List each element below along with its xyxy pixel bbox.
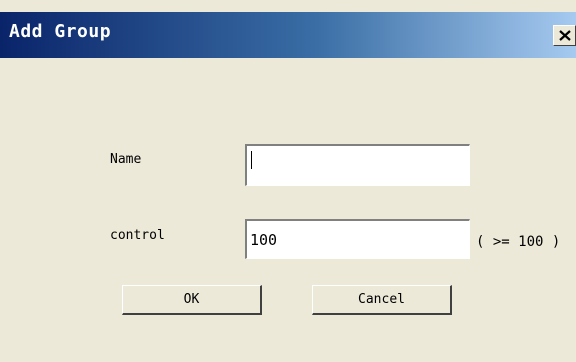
- control-hint: ( >= 100 ): [476, 234, 561, 250]
- name-input[interactable]: [245, 144, 470, 186]
- title-bar[interactable]: Add Group: [0, 12, 576, 58]
- add-group-dialog: Add Group Name control ( >= 100 ) OK Can…: [0, 0, 576, 362]
- control-label: control: [110, 228, 165, 243]
- text-caret: [251, 151, 252, 169]
- ok-button[interactable]: OK: [122, 285, 262, 315]
- name-label: Name: [110, 152, 142, 167]
- control-input[interactable]: [245, 219, 470, 259]
- close-icon: [559, 30, 571, 41]
- close-button[interactable]: [553, 25, 576, 46]
- cancel-button[interactable]: Cancel: [312, 285, 452, 315]
- dialog-title: Add Group: [9, 21, 112, 42]
